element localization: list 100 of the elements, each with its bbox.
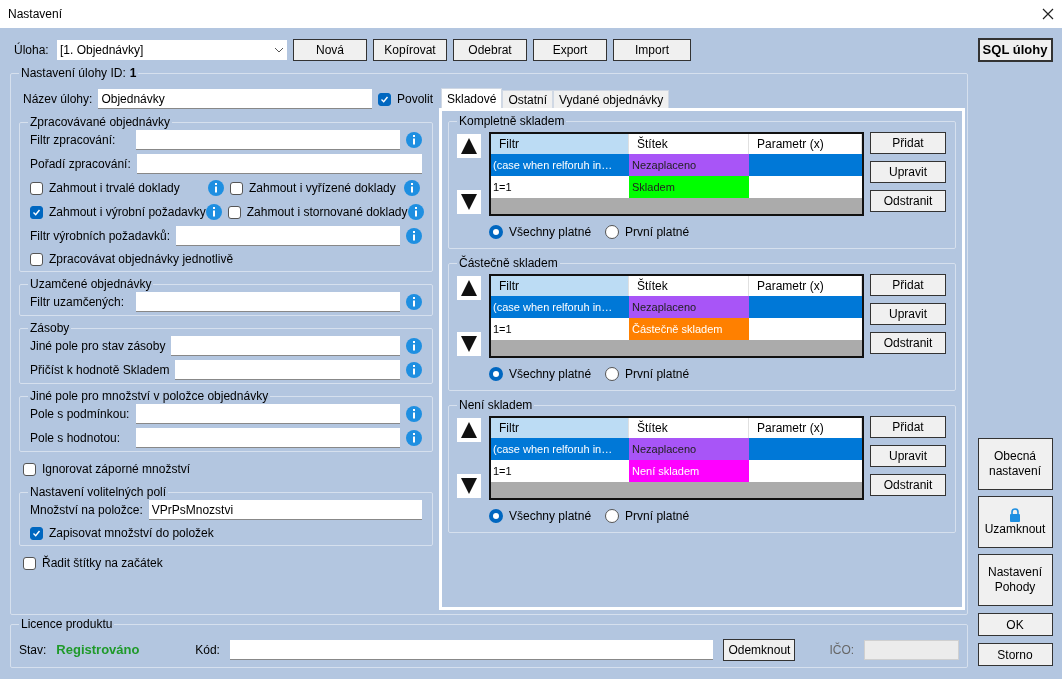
- info-icon[interactable]: [407, 204, 424, 220]
- button[interactable]: Storno: [977, 643, 1053, 666]
- checkbox[interactable]: [23, 556, 36, 570]
- radio-button[interactable]: [489, 509, 503, 523]
- tag-cell: Není skladem: [629, 460, 749, 482]
- input-field[interactable]: [136, 428, 400, 448]
- info-icon[interactable]: [205, 204, 222, 220]
- info-icon[interactable]: [406, 132, 422, 148]
- info-icon[interactable]: [406, 294, 422, 310]
- field-label: Pole s hodnotou:: [30, 430, 122, 447]
- button[interactable]: Přidat: [870, 416, 946, 438]
- input-field[interactable]: Objednávky: [98, 89, 372, 109]
- move-down-button[interactable]: [457, 332, 481, 356]
- info-icon[interactable]: [406, 362, 422, 378]
- info-icon[interactable]: [406, 430, 422, 446]
- input-field[interactable]: [229, 640, 714, 660]
- column-header[interactable]: Filtr: [491, 418, 629, 438]
- table-row[interactable]: 1=1 Skladem: [491, 176, 862, 198]
- button[interactable]: Upravit: [870, 303, 946, 325]
- tab[interactable]: Skladové: [441, 88, 503, 108]
- input-field[interactable]: [171, 336, 400, 356]
- button[interactable]: Odstranit: [870, 474, 946, 496]
- tab[interactable]: Ostatní: [502, 90, 554, 108]
- checkbox-label: Povolit: [396, 91, 433, 108]
- radio-button[interactable]: [605, 225, 620, 239]
- down-triangle-icon: [460, 477, 478, 495]
- tab[interactable]: Vydané objednávky: [553, 90, 670, 108]
- move-down-button[interactable]: [457, 474, 481, 498]
- checkbox[interactable]: [30, 181, 43, 195]
- close-icon[interactable]: [1042, 8, 1054, 20]
- group-title: Kompletně skladem: [457, 114, 567, 128]
- input-field[interactable]: [136, 404, 400, 424]
- radio-button[interactable]: [605, 367, 620, 381]
- button[interactable]: Odstranit: [870, 332, 946, 354]
- input-field[interactable]: [136, 292, 400, 312]
- input-field[interactable]: [136, 154, 422, 174]
- radio-button[interactable]: [489, 225, 503, 239]
- table-cell-text: (case when relforuh in…: [492, 441, 614, 457]
- checkbox[interactable]: [23, 462, 36, 476]
- column-header[interactable]: Filtr: [491, 134, 629, 154]
- table-row[interactable]: 1=1 Není skladem: [491, 460, 862, 482]
- checkbox[interactable]: [30, 526, 43, 540]
- tag-cell: Nezaplaceno: [629, 154, 749, 176]
- checkbox-label: Zahmout i stornované doklady: [246, 204, 408, 221]
- move-down-button[interactable]: [457, 190, 481, 214]
- button[interactable]: SQL úlohy: [977, 38, 1053, 62]
- button[interactable]: Export: [533, 39, 607, 61]
- button[interactable]: Odstranit: [870, 190, 946, 212]
- info-icon[interactable]: [406, 228, 422, 244]
- button[interactable]: Nastavení Pohody: [977, 554, 1053, 606]
- button[interactable]: Upravit: [870, 161, 946, 183]
- radio-button[interactable]: [489, 367, 503, 381]
- button[interactable]: Odebrat: [453, 39, 527, 61]
- checkbox[interactable]: [377, 92, 391, 106]
- move-up-button[interactable]: [457, 276, 481, 300]
- button[interactable]: Upravit: [870, 445, 946, 467]
- field-label: Pořadí zpracování:: [30, 156, 131, 173]
- checkbox[interactable]: [227, 205, 241, 219]
- table-row[interactable]: (case when relforuh in… Nezaplaceno: [491, 296, 862, 318]
- input-field[interactable]: VPrPsMnozstvi: [148, 500, 422, 520]
- checkbox[interactable]: [30, 205, 43, 219]
- group-title: Nastavení volitelných polí: [28, 485, 169, 499]
- button[interactable]: Import: [613, 39, 691, 61]
- info-icon[interactable]: [406, 338, 422, 354]
- group-title: Uzamčené objednávky: [28, 277, 154, 291]
- tag-cell: Skladem: [629, 176, 749, 198]
- table-row[interactable]: (case when relforuh in… Nezaplaceno: [491, 438, 862, 460]
- move-up-button[interactable]: [457, 418, 481, 442]
- button[interactable]: Kopírovat: [373, 39, 447, 61]
- task-dropdown[interactable]: [1. Objednávky]: [57, 40, 287, 60]
- button[interactable]: Odemknout: [723, 639, 796, 661]
- group-title: Licence produktu: [19, 617, 115, 631]
- input-field[interactable]: [176, 226, 400, 246]
- info-icon[interactable]: [406, 406, 422, 422]
- table-row[interactable]: (case when relforuh in… Nezaplaceno: [491, 154, 862, 176]
- button[interactable]: OK: [977, 613, 1053, 636]
- table-row[interactable]: 1=1 Částečně skladem: [491, 318, 862, 340]
- column-header[interactable]: Filtr: [491, 276, 629, 296]
- field-label: Filtr výrobních požadavků:: [30, 228, 171, 245]
- field-label: Pole s podmínkou:: [30, 406, 130, 423]
- code-label: Kód:: [195, 642, 220, 659]
- check-icon: [32, 207, 41, 217]
- info-icon[interactable]: [208, 180, 224, 196]
- lock-icon: [1009, 507, 1021, 522]
- checkbox[interactable]: [230, 181, 243, 195]
- task-label: Úloha:: [13, 41, 50, 59]
- input-field[interactable]: [136, 130, 400, 150]
- button[interactable]: Přidat: [870, 274, 946, 296]
- button[interactable]: Uzamknout: [977, 496, 1053, 548]
- button[interactable]: Přidat: [870, 132, 946, 154]
- info-icon[interactable]: [404, 180, 420, 196]
- table-cell-text: 1=1: [492, 321, 513, 337]
- radio-button[interactable]: [605, 509, 620, 523]
- input-field[interactable]: [175, 360, 400, 380]
- status-label: Stav:: [19, 642, 47, 659]
- group-title: Není skladem: [457, 398, 535, 412]
- button[interactable]: Nová: [293, 39, 367, 61]
- checkbox[interactable]: [30, 252, 43, 266]
- move-up-button[interactable]: [457, 134, 481, 158]
- button[interactable]: Obecná nastavení: [977, 438, 1053, 490]
